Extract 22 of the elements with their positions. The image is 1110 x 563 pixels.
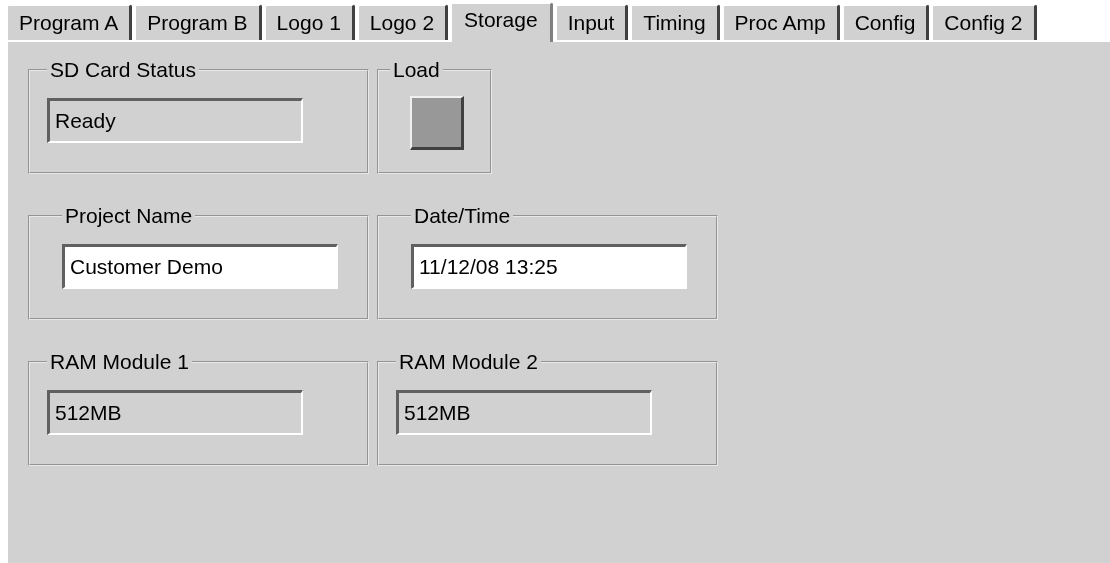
tab[interactable]: Storage [450,2,553,42]
group-label: Project Name [64,204,194,228]
group-label: SD Card Status [49,58,197,82]
tab[interactable]: Proc Amp [721,4,840,40]
readonly-field: 512MB [396,390,652,435]
tab[interactable]: Input [554,4,629,40]
group-label: Load [392,58,441,82]
tab[interactable]: Logo 2 [356,4,449,40]
input-field[interactable]: Customer Demo [62,244,338,289]
group-label: Date/Time [413,204,512,228]
tab[interactable]: Program A [6,4,133,40]
input-field[interactable]: 11/12/08 13:25 [411,244,687,289]
readonly-field: Ready [47,98,303,143]
tab[interactable]: Config [841,4,930,40]
group-label: RAM Module 1 [49,350,190,374]
tab[interactable]: Program B [134,4,262,40]
tab[interactable]: Logo 1 [263,4,355,40]
group-label: RAM Module 2 [398,350,539,374]
readonly-field: 512MB [47,390,303,435]
load-button[interactable] [410,96,464,150]
tab[interactable]: Config 2 [931,4,1037,40]
tab[interactable]: Timing [630,4,720,40]
